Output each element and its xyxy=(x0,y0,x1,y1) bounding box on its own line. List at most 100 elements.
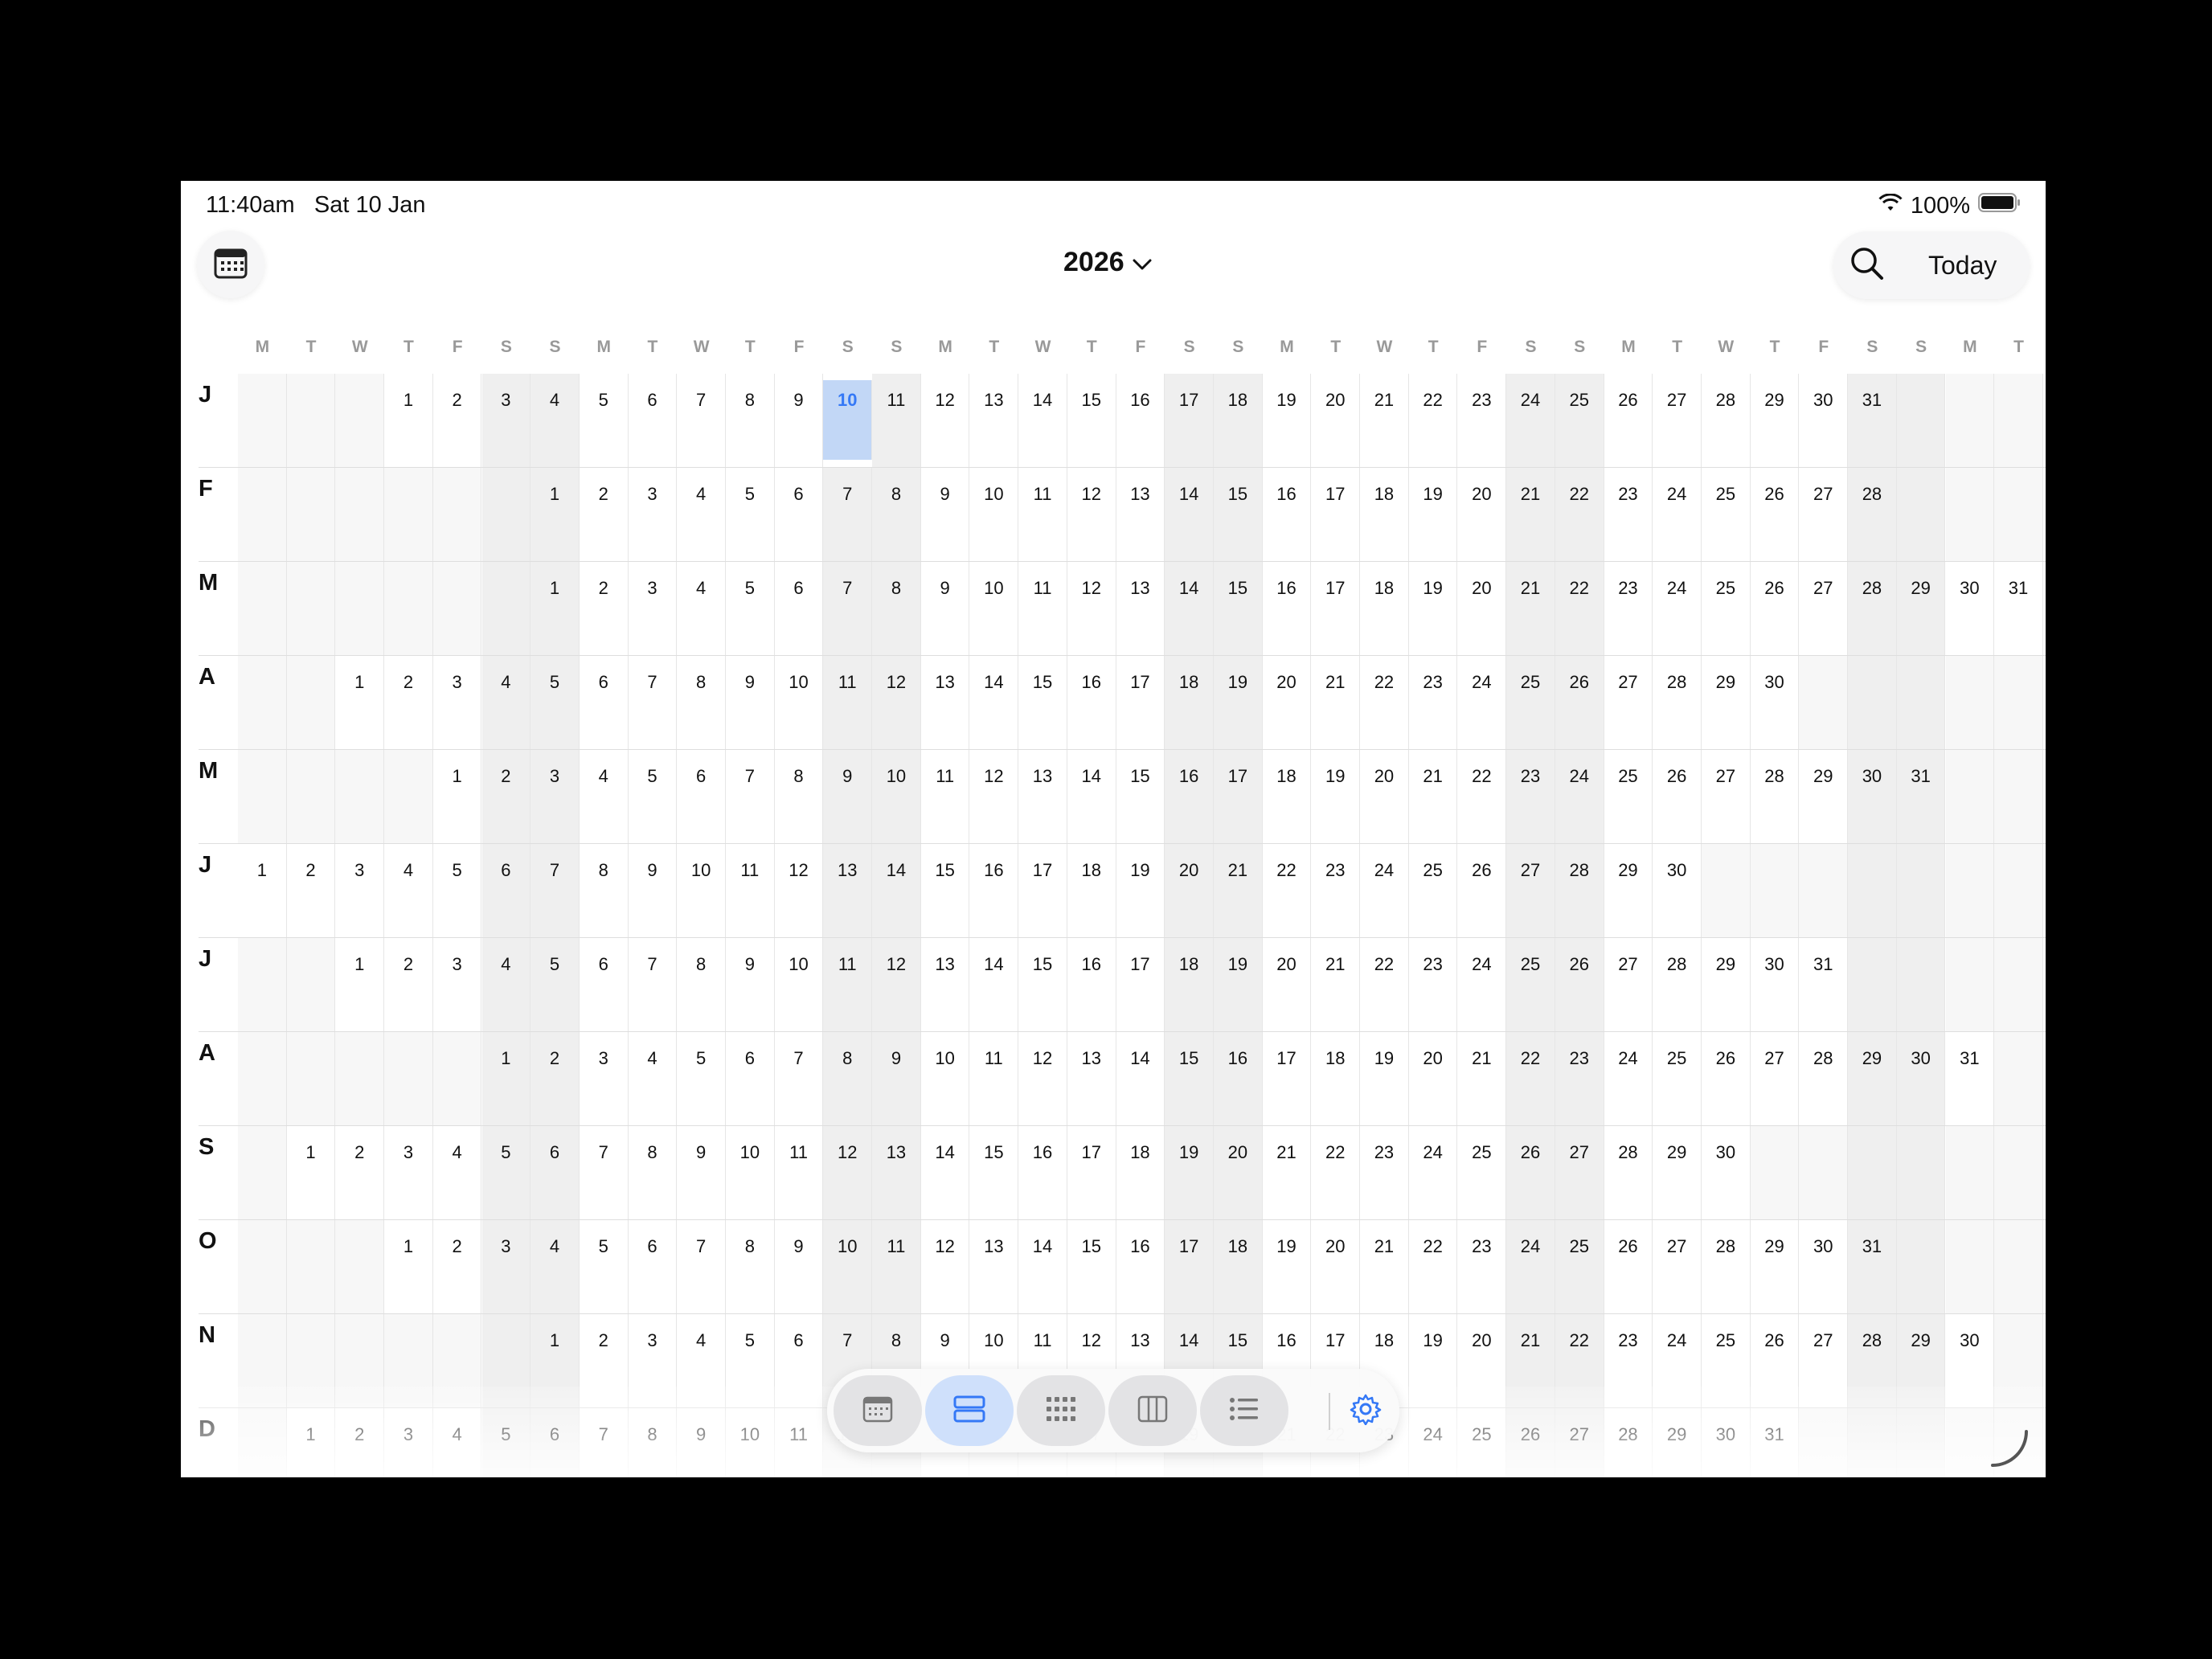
day-cell[interactable]: 6 xyxy=(775,1314,824,1407)
day-cell[interactable]: 5 xyxy=(726,468,775,561)
day-cell[interactable]: 25 xyxy=(1653,1032,1702,1125)
day-cell[interactable]: 27 xyxy=(1555,1408,1604,1477)
day-cell[interactable]: 23 xyxy=(1604,468,1653,561)
day-cell[interactable]: 25 xyxy=(1458,1126,1507,1219)
day-cell[interactable]: 26 xyxy=(1604,374,1653,467)
day-cell[interactable]: 30 xyxy=(1799,374,1849,467)
day-cell[interactable]: 19 xyxy=(1360,1032,1409,1125)
day-cell[interactable]: 4 xyxy=(481,938,531,1031)
day-cell[interactable]: 1 xyxy=(335,656,385,749)
day-cell[interactable]: 9 xyxy=(629,844,678,937)
day-cell[interactable]: 14 xyxy=(970,938,1019,1031)
day-cell[interactable]: 4 xyxy=(677,468,726,561)
day-cell[interactable]: 13 xyxy=(1116,562,1165,655)
day-cell[interactable]: 25 xyxy=(1702,562,1751,655)
day-cell[interactable]: 20 xyxy=(1263,656,1312,749)
day-cell[interactable]: 20 xyxy=(1458,468,1507,561)
day-cell[interactable]: 29 xyxy=(1702,656,1751,749)
day-cell[interactable]: 29 xyxy=(1751,374,1800,467)
day-cell[interactable]: 29 xyxy=(1751,1220,1800,1313)
day-cell[interactable]: 26 xyxy=(1458,844,1507,937)
day-cell[interactable]: 10 xyxy=(726,1408,775,1477)
day-cell[interactable]: 19 xyxy=(1311,750,1361,843)
day-cell[interactable]: 19 xyxy=(1165,1126,1214,1219)
day-cell[interactable]: 2 xyxy=(384,938,433,1031)
day-cell[interactable]: 20 xyxy=(1263,938,1312,1031)
day-cell[interactable]: 30 xyxy=(1799,1220,1849,1313)
day-cell[interactable]: 7 xyxy=(530,844,580,937)
day-cell[interactable]: 6 xyxy=(629,374,678,467)
day-cell[interactable]: 17 xyxy=(1018,844,1067,937)
day-cell[interactable]: 7 xyxy=(677,1220,726,1313)
day-cell[interactable]: 19 xyxy=(1263,374,1312,467)
day-cell[interactable]: 25 xyxy=(1555,1220,1604,1313)
day-cell[interactable]: 30 xyxy=(1946,1314,1995,1407)
day-cell[interactable]: 22 xyxy=(1555,562,1604,655)
day-cell[interactable]: 6 xyxy=(580,938,629,1031)
day-cell[interactable]: 9 xyxy=(677,1408,726,1477)
day-cell[interactable]: 15 xyxy=(1214,562,1263,655)
day-cell[interactable]: 28 xyxy=(1848,562,1897,655)
day-cell[interactable]: 4 xyxy=(481,656,531,749)
day-cell[interactable]: 24 xyxy=(1653,562,1702,655)
day-cell[interactable]: 13 xyxy=(921,656,970,749)
day-cell[interactable]: 25 xyxy=(1458,1408,1507,1477)
day-cell[interactable]: 30 xyxy=(1702,1408,1751,1477)
day-cell[interactable]: 12 xyxy=(1018,1032,1067,1125)
columns-view-button[interactable] xyxy=(1108,1375,1197,1446)
day-cell[interactable]: 31 xyxy=(1848,374,1897,467)
day-cell[interactable]: 27 xyxy=(1799,562,1849,655)
day-cell[interactable]: 27 xyxy=(1751,1032,1800,1125)
day-cell[interactable]: 21 xyxy=(1506,1314,1555,1407)
day-cell[interactable]: 27 xyxy=(1555,1126,1604,1219)
day-cell[interactable]: 21 xyxy=(1506,468,1555,561)
day-cell[interactable]: 24 xyxy=(1458,938,1507,1031)
day-cell[interactable]: 29 xyxy=(1702,938,1751,1031)
day-cell[interactable]: 3 xyxy=(433,938,482,1031)
day-cell[interactable]: 1 xyxy=(287,1408,336,1477)
day-cell[interactable]: 11 xyxy=(775,1126,824,1219)
day-cell[interactable]: 20 xyxy=(1409,1032,1458,1125)
day-cell[interactable]: 9 xyxy=(775,1220,824,1313)
day-cell[interactable]: 10 xyxy=(970,562,1019,655)
day-cell[interactable]: 13 xyxy=(970,1220,1019,1313)
day-cell[interactable]: 26 xyxy=(1555,938,1604,1031)
day-cell[interactable]: 22 xyxy=(1360,938,1409,1031)
day-cell[interactable]: 10 xyxy=(677,844,726,937)
day-cell[interactable]: 14 xyxy=(1067,750,1116,843)
day-cell[interactable]: 25 xyxy=(1702,1314,1751,1407)
day-cell[interactable]: 21 xyxy=(1263,1126,1312,1219)
day-cell[interactable]: 1 xyxy=(530,468,580,561)
day-cell[interactable]: 25 xyxy=(1506,938,1555,1031)
day-cell[interactable]: 26 xyxy=(1604,1220,1653,1313)
day-cell[interactable]: 9 xyxy=(823,750,873,843)
day-cell[interactable]: 8 xyxy=(629,1126,678,1219)
day-cell[interactable]: 31 xyxy=(1994,562,2043,655)
day-cell[interactable]: 23 xyxy=(1458,1220,1507,1313)
day-cell[interactable]: 7 xyxy=(823,468,873,561)
day-cell[interactable]: 24 xyxy=(1555,750,1604,843)
day-cell[interactable]: 24 xyxy=(1409,1126,1458,1219)
day-cell[interactable]: 2 xyxy=(335,1408,385,1477)
day-cell[interactable]: 4 xyxy=(530,1220,580,1313)
day-cell[interactable]: 23 xyxy=(1506,750,1555,843)
day-cell[interactable]: 28 xyxy=(1555,844,1604,937)
day-cell[interactable]: 23 xyxy=(1458,374,1507,467)
day-cell[interactable]: 7 xyxy=(823,562,873,655)
day-cell[interactable]: 20 xyxy=(1311,1220,1361,1313)
day-cell[interactable]: 5 xyxy=(629,750,678,843)
day-cell[interactable]: 18 xyxy=(1067,844,1116,937)
day-cell[interactable]: 14 xyxy=(1116,1032,1165,1125)
day-cell[interactable]: 27 xyxy=(1799,468,1849,561)
day-cell[interactable]: 19 xyxy=(1263,1220,1312,1313)
day-cell[interactable]: 18 xyxy=(1360,468,1409,561)
day-cell[interactable]: 26 xyxy=(1751,468,1800,561)
day-cell[interactable]: 5 xyxy=(726,1314,775,1407)
day-cell[interactable]: 14 xyxy=(1018,374,1067,467)
day-cell[interactable]: 27 xyxy=(1604,938,1653,1031)
day-cell[interactable]: 8 xyxy=(580,844,629,937)
day-cell[interactable]: 16 xyxy=(1116,374,1165,467)
day-cell[interactable]: 18 xyxy=(1165,656,1214,749)
day-cell[interactable]: 29 xyxy=(1896,1314,1946,1407)
day-cell[interactable]: 16 xyxy=(1263,468,1312,561)
